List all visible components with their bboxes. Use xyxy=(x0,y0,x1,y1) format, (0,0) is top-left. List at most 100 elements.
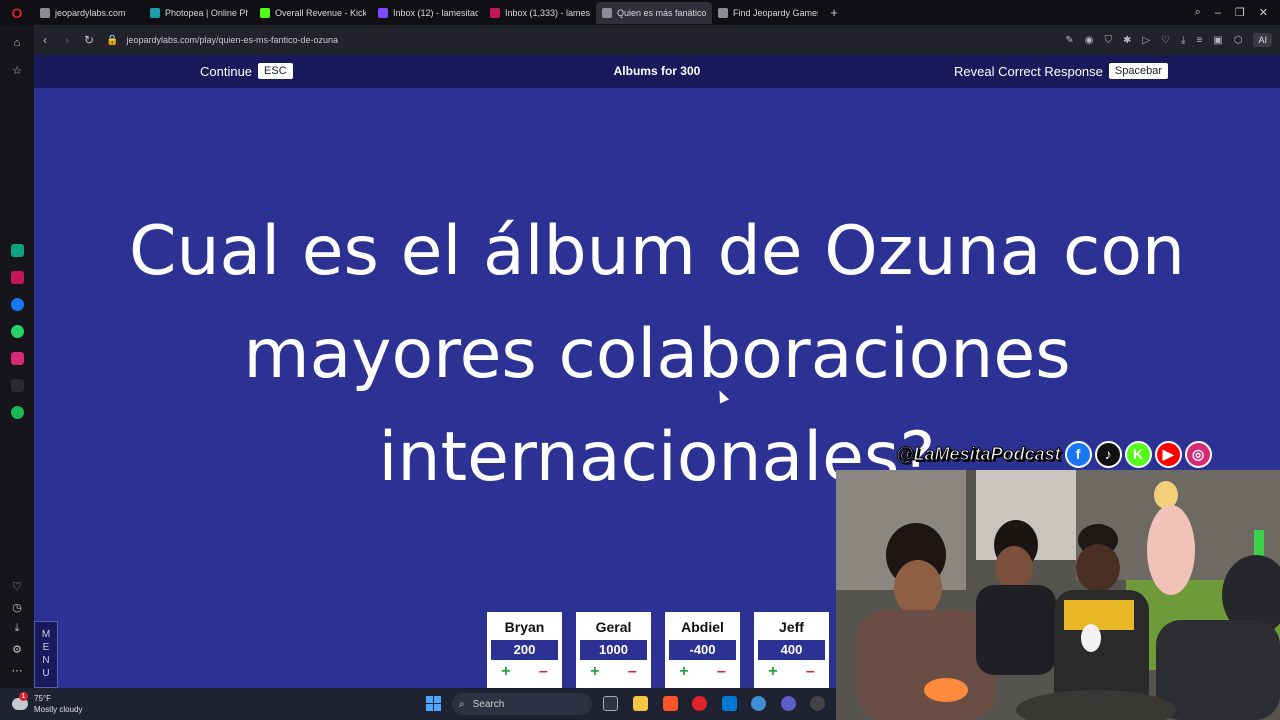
tab-favicon-icon xyxy=(40,7,50,18)
menu-label[interactable]: MENU xyxy=(35,628,57,680)
team-name: Bryan xyxy=(504,619,545,635)
menu-letter[interactable]: M xyxy=(35,628,57,641)
task-view-icon[interactable] xyxy=(603,696,618,711)
camera-icon[interactable]: ◉ xyxy=(1085,35,1094,46)
add-points-button[interactable]: + xyxy=(501,663,510,681)
cube-icon[interactable]: ⬡ xyxy=(1234,35,1243,46)
weather-condition: Mostly cloudy xyxy=(34,705,83,714)
browser-tab[interactable]: Inbox (12) - lamesitaclips@ xyxy=(372,2,484,24)
download-icon[interactable]: ⤓ xyxy=(1181,35,1185,46)
weather-text: 75°F Mostly cloudy xyxy=(34,693,82,715)
add-points-button[interactable]: + xyxy=(679,663,688,681)
browser-sidebar: ⌂ ☆ ♡ ◷ ⤓ ⚙ ⋯ xyxy=(0,25,34,688)
browser-tab[interactable]: jeopardylabs.com xyxy=(34,2,144,24)
file-explorer-icon[interactable] xyxy=(633,696,648,711)
tab-label: Find Jeopardy Games Abo xyxy=(733,7,818,18)
podcast-handle: @LaMesitaPodcast xyxy=(896,443,1062,464)
extension-icon[interactable]: ✱ xyxy=(1123,35,1131,46)
subtract-points-button[interactable]: – xyxy=(539,663,548,681)
gmail-icon[interactable] xyxy=(9,269,25,285)
browser-tab[interactable]: Quien es más fanático de xyxy=(596,1,712,24)
team-score: -400 xyxy=(669,640,736,660)
team-score-card: Abdiel -400 + – xyxy=(665,612,740,688)
menu-icon[interactable]: ≡ xyxy=(1196,35,1202,46)
minimize-button[interactable]: – xyxy=(1215,7,1221,19)
spotify-icon[interactable] xyxy=(9,404,25,420)
browser-tab[interactable]: Inbox (1,333) - lamesitapo xyxy=(484,2,596,24)
podcast-handle-banner: @LaMesitaPodcast f ♪ K ▶ ◎ xyxy=(896,438,1212,470)
play-icon[interactable]: ▷ xyxy=(1142,35,1150,46)
tab-favicon-icon xyxy=(378,7,388,18)
instagram-icon[interactable] xyxy=(9,350,25,366)
tab-favicon-icon xyxy=(490,7,500,18)
download-icon[interactable]: ⤓ xyxy=(9,620,25,636)
subtract-points-button[interactable]: – xyxy=(806,663,815,681)
browser-tab[interactable]: Overall Revenue - Kick Da xyxy=(254,2,372,24)
forward-button[interactable]: › xyxy=(56,33,78,47)
shield-icon[interactable]: ⛉ xyxy=(1104,35,1112,46)
team-score: 200 xyxy=(491,640,558,660)
tiktok-icon[interactable] xyxy=(9,377,25,393)
edit-icon[interactable]: ✎ xyxy=(1065,35,1073,46)
star-icon[interactable]: ☆ xyxy=(9,62,25,78)
heart-icon[interactable]: ♡ xyxy=(1161,35,1170,46)
subtract-points-button[interactable]: – xyxy=(717,663,726,681)
menu-letter[interactable]: N xyxy=(35,654,57,667)
close-button[interactable]: ✕ xyxy=(1259,6,1268,19)
youtube-icon: ▶ xyxy=(1154,440,1182,468)
url-field[interactable]: jeopardylabs.com/play/quien-es-ms-fantic… xyxy=(126,35,1065,45)
tab-label: Photopea | Online Photo E xyxy=(165,7,248,18)
ai-button[interactable]: AI xyxy=(1253,33,1272,47)
kick-icon: K xyxy=(1124,440,1152,468)
heart-icon[interactable]: ♡ xyxy=(9,578,25,594)
reveal-label[interactable]: Reveal Correct Response xyxy=(954,64,1103,79)
reveal-control[interactable]: Reveal Correct Response Spacebar xyxy=(954,63,1168,79)
chatgpt-icon[interactable] xyxy=(9,242,25,258)
tab-favicon-icon xyxy=(150,7,160,18)
maximize-button[interactable]: ❐ xyxy=(1235,6,1245,19)
back-button[interactable]: ‹ xyxy=(34,33,56,47)
notification-badge: 1 xyxy=(19,692,28,701)
history-icon[interactable]: ◷ xyxy=(9,599,25,615)
add-points-button[interactable]: + xyxy=(768,663,777,681)
search-tabs-icon[interactable]: ⌕ xyxy=(1195,6,1201,19)
tab-label: jeopardylabs.com xyxy=(55,7,126,18)
address-bar-tools: ✎ ◉ ⛉ ✱ ▷ ♡ ⤓ ≡ ▣ ⬡ AI xyxy=(1065,33,1280,47)
browser-tab[interactable]: Find Jeopardy Games Abo xyxy=(712,2,824,24)
windows-start-icon[interactable] xyxy=(426,696,441,711)
facebook-icon: f xyxy=(1064,440,1092,468)
team-name: Geral xyxy=(595,619,632,635)
messenger-icon[interactable] xyxy=(9,296,25,312)
weather-widget[interactable]: 1 75°F Mostly cloudy xyxy=(12,692,82,715)
store-icon[interactable] xyxy=(722,696,737,711)
subtract-points-button[interactable]: – xyxy=(628,663,637,681)
opera-logo-icon[interactable]: O xyxy=(0,0,34,25)
home-icon[interactable]: ⌂ xyxy=(9,35,25,51)
reload-button[interactable]: ↻ xyxy=(78,33,100,47)
app-icon[interactable] xyxy=(810,696,825,711)
windows-taskbar: 1 75°F Mostly cloudy ⌕ Search xyxy=(0,688,836,720)
menu-letter[interactable]: E xyxy=(35,641,57,654)
search-icon: ⌕ xyxy=(459,698,465,710)
edge-icon[interactable] xyxy=(751,696,766,711)
browser-tab[interactable]: Photopea | Online Photo E xyxy=(144,2,254,24)
taskbar-search[interactable]: ⌕ Search xyxy=(452,693,592,715)
more-icon[interactable]: ⋯ xyxy=(9,662,25,678)
lock-icon: 🔒 xyxy=(106,34,119,46)
menu-letter[interactable]: U xyxy=(35,667,57,680)
discord-icon[interactable] xyxy=(781,696,796,711)
temperature: 75°F xyxy=(34,694,51,703)
menu-button[interactable]: MENU xyxy=(34,621,58,688)
add-points-button[interactable]: + xyxy=(590,663,599,681)
settings-icon[interactable]: ⚙ xyxy=(9,641,25,657)
search-label: Search xyxy=(472,698,505,710)
cloud-icon: 1 xyxy=(12,692,28,710)
opera-icon[interactable] xyxy=(692,696,707,711)
wallet-icon[interactable]: ▣ xyxy=(1213,35,1222,46)
spacebar-key[interactable]: Spacebar xyxy=(1108,63,1168,79)
new-tab-button[interactable]: + xyxy=(824,5,844,20)
whatsapp-icon[interactable] xyxy=(9,323,25,339)
game-top-bar: Continue ESC Albums for 300 Reveal Corre… xyxy=(34,55,1280,88)
team-score-card: Bryan 200 + – xyxy=(487,612,562,688)
brave-icon[interactable] xyxy=(663,696,678,711)
